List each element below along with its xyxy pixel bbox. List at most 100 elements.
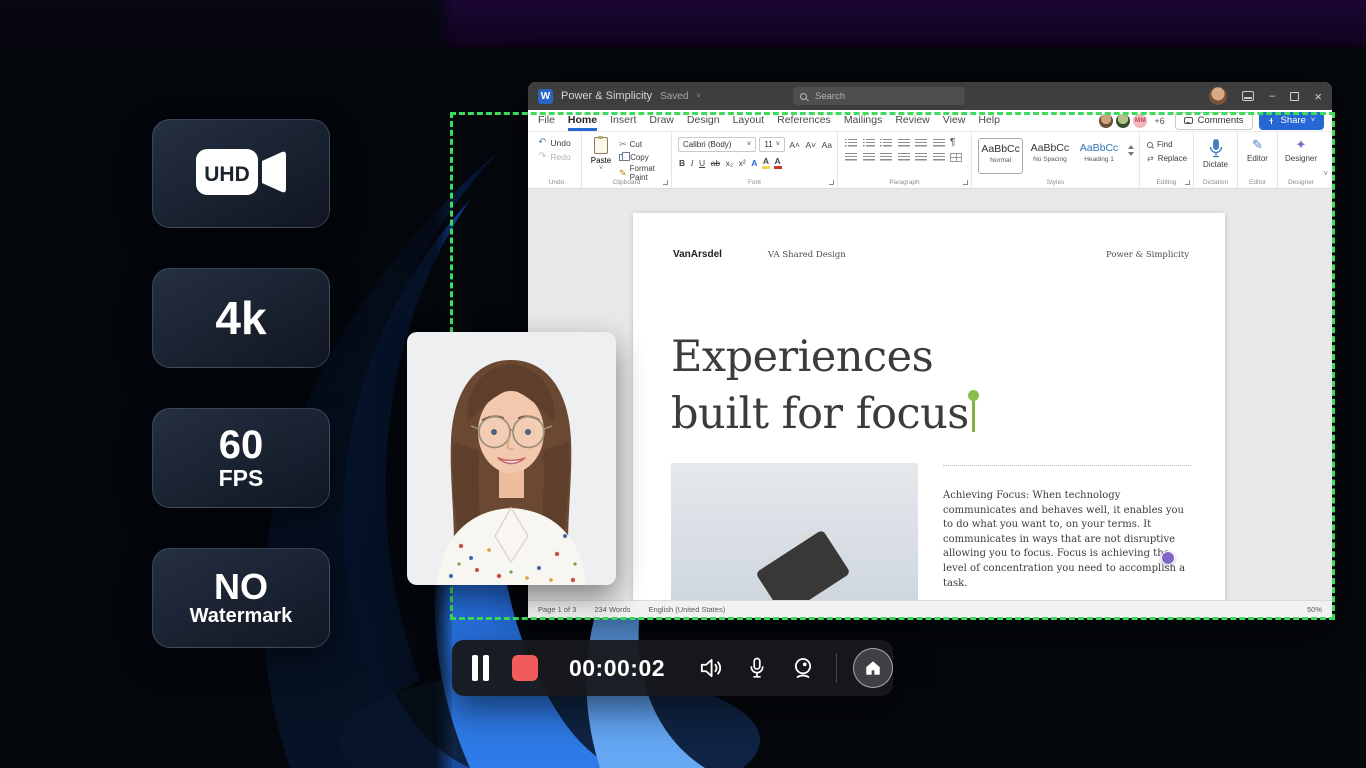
tab-review[interactable]: Review (895, 110, 929, 131)
tab-references[interactable]: References (777, 110, 831, 131)
clipboard-dialog-launcher-icon[interactable] (663, 180, 668, 185)
superscript-button[interactable]: x² (738, 158, 747, 168)
webcam-overlay[interactable] (407, 332, 616, 585)
multilevel-list-icon[interactable] (880, 139, 892, 148)
cut-button[interactable]: ✂ Cut (619, 139, 668, 150)
line-spacing-icon[interactable] (915, 153, 927, 162)
find-button[interactable]: Find (1147, 140, 1193, 149)
user-avatar[interactable] (1209, 87, 1227, 105)
styles-scroll-down-icon[interactable] (1128, 152, 1134, 159)
minimize-button[interactable]: – (1269, 91, 1275, 102)
coauthor-cursor-flag (968, 390, 979, 401)
word-titlebar[interactable]: W Power & Simplicity Saved ˅ – × (528, 82, 1332, 110)
pause-button[interactable] (472, 655, 489, 681)
page-indicator[interactable]: Page 1 of 3 (538, 605, 576, 614)
share-icon (1268, 117, 1276, 125)
tab-view[interactable]: View (943, 110, 966, 131)
tab-help[interactable]: Help (978, 110, 1000, 131)
show-formatting-marks-button[interactable]: ¶ (950, 138, 955, 148)
style-heading-1[interactable]: AaBbCc Heading 1 (1076, 138, 1121, 174)
sort-icon[interactable] (933, 139, 945, 148)
tab-home[interactable]: Home (568, 110, 597, 131)
align-right-icon[interactable] (880, 153, 892, 162)
replace-button[interactable]: ⇄ Replace (1147, 154, 1193, 163)
align-center-icon[interactable] (863, 153, 875, 162)
styles-scroll-up-icon[interactable] (1128, 142, 1134, 149)
grow-font-button[interactable]: A˄ (788, 140, 801, 150)
home-icon (863, 658, 883, 678)
speaker-button[interactable] (697, 655, 724, 681)
borders-icon[interactable] (950, 153, 962, 162)
microphone-button[interactable] (745, 655, 769, 681)
tab-mailings[interactable]: Mailings (844, 110, 883, 131)
language-indicator[interactable]: English (United States) (649, 605, 726, 614)
bold-button[interactable]: B (678, 158, 686, 168)
style-normal[interactable]: AaBbCc Normal (978, 138, 1023, 174)
coauthor-presence-badge[interactable] (1161, 551, 1175, 565)
tab-layout[interactable]: Layout (733, 110, 765, 131)
collaborator-avatar[interactable] (1115, 113, 1131, 129)
bullet-list-icon[interactable] (845, 139, 857, 148)
tab-design[interactable]: Design (687, 110, 720, 131)
tab-draw[interactable]: Draw (649, 110, 674, 131)
word-count[interactable]: 234 Words (594, 605, 630, 614)
strikethrough-button[interactable]: ab (710, 158, 721, 168)
change-case-button[interactable]: Aa (821, 140, 833, 150)
decrease-indent-icon[interactable] (898, 139, 910, 148)
highlight-color-button[interactable]: A (762, 156, 770, 169)
webcam-toggle-button[interactable] (790, 655, 816, 681)
undo-button[interactable]: ↶ Undo (538, 137, 581, 148)
close-button[interactable]: × (1314, 90, 1322, 103)
document-page[interactable]: VanArsdel VA Shared Design Power & Simpl… (633, 213, 1225, 600)
designer-icon[interactable]: ✦ (1278, 138, 1324, 152)
font-color-button[interactable]: A (774, 156, 782, 169)
comments-button[interactable]: Comments (1175, 112, 1253, 130)
tab-insert[interactable]: Insert (610, 110, 636, 131)
uhd-camcorder-icon: UHD (192, 142, 290, 206)
paragraph-dialog-launcher-icon[interactable] (963, 180, 968, 185)
font-dialog-launcher-icon[interactable] (829, 180, 834, 185)
dictate-icon[interactable] (1209, 138, 1223, 158)
increase-indent-icon[interactable] (915, 139, 927, 148)
numbered-list-icon[interactable] (863, 139, 875, 148)
subscript-button[interactable]: x₂ (725, 158, 735, 168)
style-no-spacing[interactable]: AaBbCc No Spacing (1027, 138, 1072, 174)
copy-button[interactable]: Copy (619, 153, 668, 162)
collaborator-overflow-count[interactable]: +6 (1154, 116, 1164, 126)
search-input[interactable] (813, 90, 933, 103)
save-status-caret-icon[interactable]: ˅ (696, 93, 700, 100)
home-button[interactable] (853, 648, 893, 688)
shading-icon[interactable] (933, 153, 945, 162)
align-left-icon[interactable] (845, 153, 857, 162)
maximize-button[interactable] (1290, 92, 1299, 101)
italic-button[interactable]: I (690, 158, 695, 168)
share-button[interactable]: Share ˅ (1259, 112, 1324, 130)
search-box[interactable] (793, 87, 965, 105)
save-status[interactable]: Saved (660, 91, 688, 102)
editor-button[interactable]: Editor (1247, 154, 1268, 163)
ribbon-display-options-icon[interactable] (1242, 91, 1254, 101)
cut-icon: ✂ (619, 139, 627, 150)
designer-button[interactable]: Designer (1285, 154, 1317, 163)
collapse-ribbon-icon[interactable]: ˅ (1323, 169, 1328, 178)
webcam-icon (790, 655, 816, 681)
underline-button[interactable]: U (698, 158, 706, 168)
document-image[interactable] (671, 463, 918, 600)
stop-button[interactable] (512, 655, 538, 681)
ribbon: ↶ Undo ↷ Redo Undo Paste ˅ ✂ (528, 132, 1332, 189)
editor-icon[interactable]: ✎ (1238, 138, 1277, 152)
collaborator-avatar[interactable] (1098, 113, 1114, 129)
collaborator-avatar[interactable]: MM (1132, 113, 1148, 129)
font-name-select[interactable]: Calibri (Body) ˅ (678, 137, 756, 152)
zoom-level[interactable]: 50% (1307, 605, 1322, 614)
dictate-button[interactable]: Dictate (1203, 160, 1228, 169)
tab-file[interactable]: File (538, 110, 555, 131)
font-size-select[interactable]: 11 ˅ (759, 137, 784, 152)
comments-label: Comments (1198, 115, 1244, 126)
justify-icon[interactable] (898, 153, 910, 162)
text-effects-button[interactable]: A (750, 158, 758, 168)
editing-dialog-launcher-icon[interactable] (1185, 180, 1190, 185)
shrink-font-button[interactable]: A˅ (804, 140, 817, 150)
word-app-icon: W (538, 89, 553, 104)
redo-button[interactable]: ↷ Redo (538, 151, 581, 162)
